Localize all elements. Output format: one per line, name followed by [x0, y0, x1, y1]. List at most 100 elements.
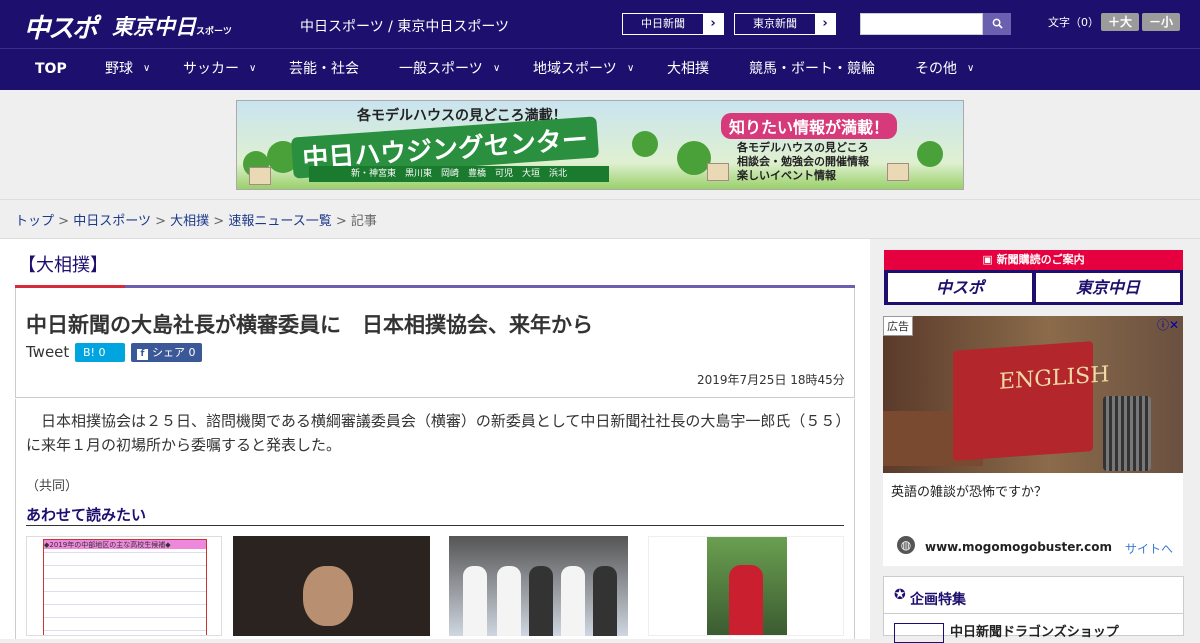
- subscription-heading-label: 新聞購読のご案内: [996, 253, 1085, 266]
- breadcrumb-chunichi-sports[interactable]: 中日スポーツ: [73, 214, 151, 229]
- facebook-share-label: シェア 0: [152, 346, 196, 359]
- facebook-icon: f: [137, 349, 148, 360]
- chusupo-logo[interactable]: 中スポ: [24, 8, 98, 45]
- tokyo-shimbun-link[interactable]: 東京新聞 ›: [734, 13, 836, 35]
- tweet-button[interactable]: Tweet: [26, 343, 69, 361]
- ad-info-icon[interactable]: ⓘ✕: [1157, 316, 1179, 333]
- related-article-thumbnail[interactable]: [449, 536, 628, 636]
- related-article-thumbnail[interactable]: [233, 536, 430, 636]
- site-title: 中日スポーツ / 東京中日スポーツ: [300, 19, 510, 35]
- globe-icon: ◍: [897, 536, 915, 554]
- breadcrumb: トップ > 中日スポーツ > 大相撲 > 速報ニュース一覧 > 記事: [15, 210, 377, 229]
- font-larger-button[interactable]: ＋大: [1101, 13, 1139, 31]
- nav-item-local-sports[interactable]: 地域スポーツ ∨: [533, 49, 634, 91]
- pencil-cup-image: [1103, 396, 1151, 471]
- ad-site-link[interactable]: サイトへ: [1125, 540, 1173, 557]
- subscription-heading: ▣ 新聞購読のご案内: [884, 250, 1183, 270]
- person-figure: [497, 566, 521, 636]
- person-figure: [463, 566, 487, 636]
- house-illustration: [707, 163, 729, 181]
- ad-label: 広告: [883, 316, 913, 336]
- house-illustration: [887, 163, 909, 181]
- person-figure: [561, 566, 585, 636]
- banner-locations: 新・神宮東 黒川東 岡崎 豊橋 可児 大垣 浜北: [309, 166, 609, 182]
- candidate-table-image: ◆2019年の中部地区の主な高校生候補◆: [43, 539, 207, 635]
- related-article-thumbnail[interactable]: [648, 536, 844, 636]
- feature-heading: 企画特集: [910, 592, 966, 608]
- breadcrumb-separator: >: [335, 214, 347, 229]
- nav-item-label: TOP: [35, 61, 67, 77]
- breadcrumb-news-list[interactable]: 速報ニュース一覧: [228, 214, 331, 229]
- article-category[interactable]: 【大相撲】: [18, 251, 108, 277]
- feature-thumbnail[interactable]: [894, 623, 944, 643]
- ad-url[interactable]: www.mogomogobuster.com: [925, 540, 1112, 554]
- font-size-label: 文字（0）: [1048, 16, 1099, 29]
- hatena-bookmark-button[interactable]: B! 0: [75, 343, 125, 362]
- related-article-thumbnail[interactable]: ◆2019年の中部地区の主な高校生候補◆: [26, 536, 222, 636]
- ribbon-icon: ✪: [894, 587, 906, 603]
- article-main: 【大相撲】 中日新聞の大島社長が横審委員に 日本相撲協会、来年から Tweet …: [0, 239, 870, 639]
- tokyo-chunichi-logo-sub: スポーツ: [196, 27, 232, 37]
- tokyo-chunichi-logo-text: 東京中日: [112, 15, 196, 39]
- breadcrumb-separator: >: [213, 214, 225, 229]
- chunichi-shimbun-link[interactable]: 中日新聞 ›: [622, 13, 724, 35]
- nav-item-label: 競馬・ボート・競輪: [749, 61, 875, 77]
- ad-image: ENGLISH: [883, 316, 1183, 473]
- person-figure: [529, 566, 553, 636]
- search-input[interactable]: [860, 13, 983, 35]
- nav-item-label: その他: [915, 61, 957, 77]
- player-figure: [729, 565, 763, 635]
- nav-item-label: サッカー: [183, 61, 239, 77]
- subscribe-tokyo-chunichi-button[interactable]: 東京中日: [1036, 273, 1180, 302]
- chevron-right-icon: ›: [815, 14, 835, 34]
- article-body: 日本相撲協会は２５日、諮問機関である横綱審議委員会（横審）の新委員として中日新聞…: [26, 412, 843, 454]
- nav-item-baseball[interactable]: 野球 ∨: [105, 49, 150, 91]
- breadcrumb-sumo[interactable]: 大相撲: [170, 214, 209, 229]
- nav-item-racing[interactable]: 競馬・ボート・競輪: [749, 49, 875, 91]
- font-smaller-button[interactable]: －小: [1142, 13, 1180, 31]
- nav-item-sumo[interactable]: 大相撲: [667, 49, 709, 91]
- nav-item-label: 大相撲: [667, 61, 709, 77]
- banner-right-headline: 知りたい情報が満載！: [721, 113, 898, 139]
- nav-item-other[interactable]: その他 ∨: [915, 49, 974, 91]
- subscribe-chusupo-button[interactable]: 中スポ: [888, 273, 1032, 302]
- tokyo-shimbun-label: 東京新聞: [753, 17, 797, 30]
- article-credit: （共同）: [26, 479, 79, 494]
- chunichi-shimbun-label: 中日新聞: [641, 17, 685, 30]
- banner-area: 各モデルハウスの見どころ満載！ 中日ハウジングセンター 新・神宮東 黒川東 岡崎…: [0, 90, 1200, 200]
- housing-center-banner[interactable]: 各モデルハウスの見どころ満載！ 中日ハウジングセンター 新・神宮東 黒川東 岡崎…: [236, 100, 964, 190]
- chevron-down-icon: ∨: [967, 63, 975, 74]
- breadcrumb-separator: >: [155, 214, 166, 229]
- sidebar-ad[interactable]: ENGLISH 広告 ⓘ✕ 英語の雑談が恐怖ですか？ ◍ www.mogomog…: [883, 316, 1183, 566]
- player-portrait-image: [303, 566, 353, 626]
- ad-title[interactable]: 英語の雑談が恐怖ですか？: [891, 481, 1047, 500]
- divider: [884, 613, 1183, 614]
- feature-item-dragons-shop[interactable]: 中日新聞ドラゴンズショップ: [950, 621, 1119, 640]
- chevron-down-icon: ∨: [627, 63, 635, 74]
- main-nav: TOP 野球 ∨ サッカー ∨ 芸能・社会 一般スポーツ ∨ 地域スポーツ ∨ 大相撲 …: [0, 48, 1200, 90]
- house-illustration: [249, 167, 271, 185]
- chevron-down-icon: ∨: [493, 63, 501, 74]
- article-headline: 中日新聞の大島社長が横審委員に 日本相撲協会、来年から: [26, 313, 593, 337]
- nav-item-label: 芸能・社会: [289, 61, 359, 77]
- nav-item-soccer[interactable]: サッカー ∨: [183, 49, 256, 91]
- tokyo-chunichi-logo[interactable]: 東京中日スポーツ: [112, 11, 232, 41]
- table-caption: ◆2019年の中部地区の主な高校生候補◆: [44, 540, 206, 549]
- person-figure: [593, 566, 617, 636]
- tree-illustration: [917, 141, 943, 167]
- nav-item-top[interactable]: TOP: [35, 49, 67, 91]
- breadcrumb-top[interactable]: トップ: [15, 214, 54, 229]
- publish-date: 2019年7月25日 18時45分: [697, 373, 845, 387]
- facebook-share-button[interactable]: f シェア 0: [131, 343, 202, 362]
- nav-item-general-sports[interactable]: 一般スポーツ ∨: [399, 49, 500, 91]
- chevron-right-icon: ›: [703, 14, 723, 34]
- nav-item-entertainment[interactable]: 芸能・社会: [289, 49, 359, 91]
- newspaper-icon: ▣: [982, 253, 997, 266]
- search-icon: [992, 18, 1003, 29]
- tree-illustration: [677, 141, 711, 175]
- nav-item-label: 野球: [105, 61, 133, 77]
- breadcrumb-current: 記事: [350, 214, 377, 229]
- search-button[interactable]: [983, 13, 1011, 35]
- nav-item-label: 一般スポーツ: [399, 61, 483, 77]
- breadcrumb-separator: >: [58, 214, 70, 229]
